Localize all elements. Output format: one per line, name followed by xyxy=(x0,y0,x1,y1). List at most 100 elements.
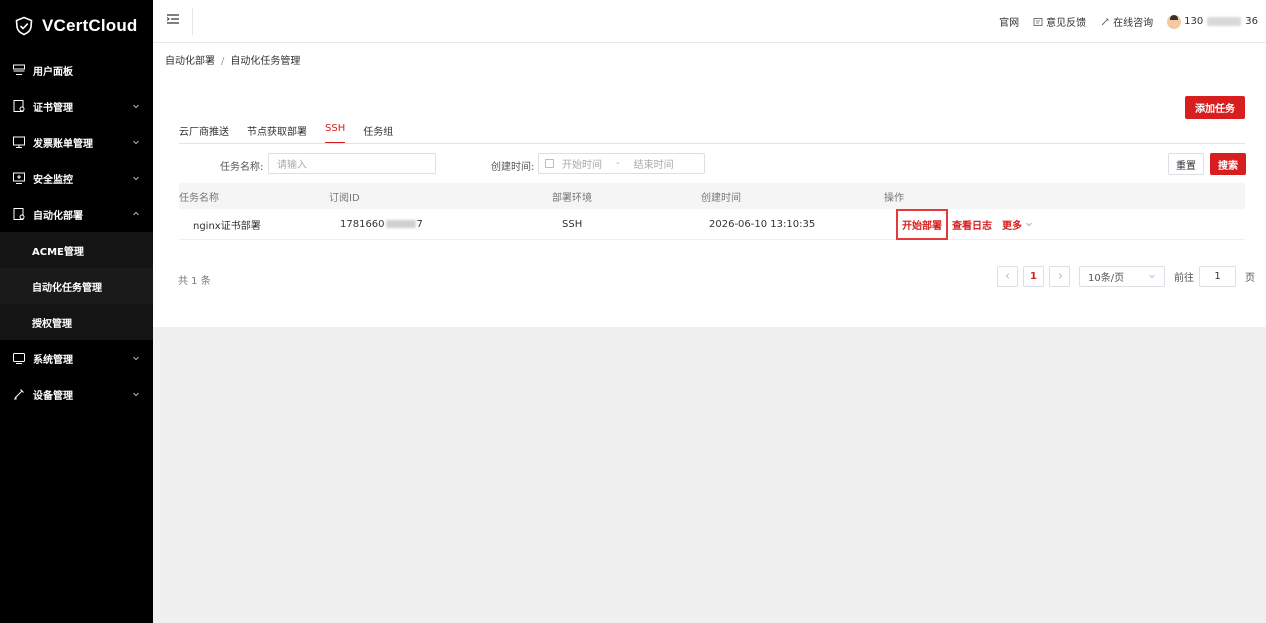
sidebar-item-label: 自动化部署 xyxy=(33,210,83,222)
brand-name: VCertCloud xyxy=(42,16,138,35)
column-header: 创建时间 xyxy=(701,192,741,204)
user-phone-suffix: 36 xyxy=(1245,16,1258,27)
tabs: 云厂商推送 节点获取部署 SSH 任务组 xyxy=(179,123,393,144)
created-time-range-picker[interactable]: 开始时间 - 结束时间 xyxy=(538,153,705,174)
task-table: 任务名称 订阅ID 部署环境 创建时间 操作 nginx证书部署 1781660… xyxy=(179,183,1245,240)
table-header: 任务名称 订阅ID 部署环境 创建时间 操作 xyxy=(179,183,1245,209)
sidebar-subitem-authorization[interactable]: 授权管理 xyxy=(0,304,153,340)
table-row: nginx证书部署 1781660 7 SSH 2026-06-10 13:10:… xyxy=(179,208,1245,240)
shield-check-icon xyxy=(15,16,33,36)
chevron-down-icon xyxy=(131,137,141,147)
breadcrumb-parent[interactable]: 自动化部署 xyxy=(165,56,215,67)
sidebar-item-invoice[interactable]: 发票账单管理 xyxy=(0,124,153,160)
tabs-divider xyxy=(179,143,1245,144)
chat-icon xyxy=(1101,17,1109,25)
chevron-left-icon xyxy=(1005,273,1009,279)
task-name-input[interactable]: 请输入 xyxy=(268,153,436,174)
filter-bar: 任务名称: 请输入 创建时间: 开始时间 - 结束时间 重置 搜索 xyxy=(153,153,1266,175)
sidebar: VCertCloud 用户面板 证书管理 发票账单管理 安全监控 自动化部署 A… xyxy=(0,0,153,623)
auto-deploy-submenu: ACME管理 自动化任务管理 授权管理 xyxy=(0,232,153,340)
add-task-button[interactable]: 添加任务 xyxy=(1185,96,1245,119)
user-phone-prefix: 130 xyxy=(1184,16,1204,27)
dashboard-icon xyxy=(12,63,26,77)
start-time-placeholder: 开始时间 xyxy=(562,160,602,171)
sidebar-item-monitor[interactable]: 安全监控 xyxy=(0,160,153,196)
task-name-cell: nginx证书部署 xyxy=(193,220,261,232)
view-log-button[interactable]: 查看日志 xyxy=(952,217,992,232)
feedback-icon xyxy=(1033,17,1043,26)
chevron-down-icon xyxy=(131,173,141,183)
range-separator: - xyxy=(616,158,620,169)
feedback-link[interactable]: 意见反馈 xyxy=(1033,14,1086,29)
prev-page-button[interactable] xyxy=(997,265,1018,287)
next-page-button[interactable] xyxy=(1049,265,1070,287)
start-deploy-button[interactable]: 开始部署 xyxy=(896,208,948,240)
breadcrumb-current: 自动化任务管理 xyxy=(230,56,301,67)
total-count: 共 1 条 xyxy=(178,276,211,287)
pagination: 1 10条/页 前往 1 页 xyxy=(997,265,1255,287)
sidebar-item-label: 证书管理 xyxy=(33,102,73,114)
sidebar-item-system[interactable]: 系统管理 xyxy=(0,340,153,376)
topbar: 官网 意见反馈 在线咨询 130 36 xyxy=(153,0,1266,43)
sidebar-item-label: 安全监控 xyxy=(33,174,73,186)
sidebar-item-label: 用户面板 xyxy=(33,66,73,78)
more-dropdown[interactable]: 更多 xyxy=(1002,217,1033,232)
breadcrumb-separator: / xyxy=(221,56,225,67)
sidebar-subitem-acme[interactable]: ACME管理 xyxy=(0,232,153,268)
tab-task-group[interactable]: 任务组 xyxy=(363,123,393,143)
sidebar-item-label: 发票账单管理 xyxy=(33,138,93,150)
end-time-placeholder: 结束时间 xyxy=(633,160,674,171)
created-time-label: 创建时间: xyxy=(491,162,535,173)
task-name-label: 任务名称: xyxy=(220,162,264,173)
column-header: 部署环境 xyxy=(552,192,592,204)
calendar-icon xyxy=(545,159,554,168)
masked-text xyxy=(1207,17,1242,26)
deploy-env-cell: SSH xyxy=(562,218,583,230)
sidebar-item-device[interactable]: 设备管理 xyxy=(0,376,153,412)
chevron-down-icon xyxy=(131,353,141,363)
goto-label: 前往 xyxy=(1174,272,1194,284)
chevron-down-icon xyxy=(131,101,141,111)
column-header: 订阅ID xyxy=(329,192,360,204)
sidebar-item-label: 设备管理 xyxy=(33,390,73,402)
chevron-up-icon xyxy=(131,209,141,219)
tab-ssh[interactable]: SSH xyxy=(325,123,346,144)
chevron-down-icon xyxy=(1149,274,1155,279)
page-unit-label: 页 xyxy=(1245,272,1255,284)
sidebar-item-auto-deploy[interactable]: 自动化部署 xyxy=(0,196,153,232)
top-right-links: 官网 意见反馈 在线咨询 130 36 xyxy=(999,0,1258,43)
page-number[interactable]: 1 xyxy=(1023,265,1044,287)
monitor-icon xyxy=(12,171,26,185)
chevron-down-icon xyxy=(131,389,141,399)
sidebar-item-dashboard[interactable]: 用户面板 xyxy=(0,52,153,88)
chevron-down-icon xyxy=(1026,222,1032,227)
actions-cell: 开始部署 查看日志 更多 xyxy=(896,208,1033,240)
avatar xyxy=(1167,14,1182,29)
user-menu[interactable]: 130 36 xyxy=(1167,14,1258,29)
system-icon xyxy=(12,351,26,365)
reset-button[interactable]: 重置 xyxy=(1168,153,1204,175)
subscription-id-cell: 1781660 7 xyxy=(340,218,423,230)
sidebar-item-label: 系统管理 xyxy=(33,354,73,366)
official-site-link[interactable]: 官网 xyxy=(999,14,1019,29)
page-size-select[interactable]: 10条/页 xyxy=(1079,265,1165,287)
tab-node-deploy[interactable]: 节点获取部署 xyxy=(247,123,307,143)
chevron-right-icon xyxy=(1058,273,1062,279)
sidebar-item-certificate[interactable]: 证书管理 xyxy=(0,88,153,124)
column-header: 操作 xyxy=(884,192,904,204)
online-consult-link[interactable]: 在线咨询 xyxy=(1100,14,1153,29)
divider xyxy=(192,8,193,35)
main-content: 自动化部署 / 自动化任务管理 添加任务 云厂商推送 节点获取部署 SSH 任务组 … xyxy=(153,43,1266,327)
invoice-icon xyxy=(12,135,26,149)
sidebar-subitem-auto-task[interactable]: 自动化任务管理 xyxy=(0,268,153,304)
logo[interactable]: VCertCloud xyxy=(0,0,153,52)
goto-page-input[interactable]: 1 xyxy=(1199,265,1236,287)
menu-collapse-icon[interactable] xyxy=(167,14,179,24)
column-header: 任务名称 xyxy=(179,192,219,204)
tab-cloud-vendor-push[interactable]: 云厂商推送 xyxy=(179,123,229,143)
deploy-icon xyxy=(12,207,26,221)
certificate-icon xyxy=(12,99,26,113)
device-icon xyxy=(12,387,26,401)
created-time-cell: 2026-06-10 13:10:35 xyxy=(709,218,816,230)
search-button[interactable]: 搜索 xyxy=(1210,153,1246,175)
